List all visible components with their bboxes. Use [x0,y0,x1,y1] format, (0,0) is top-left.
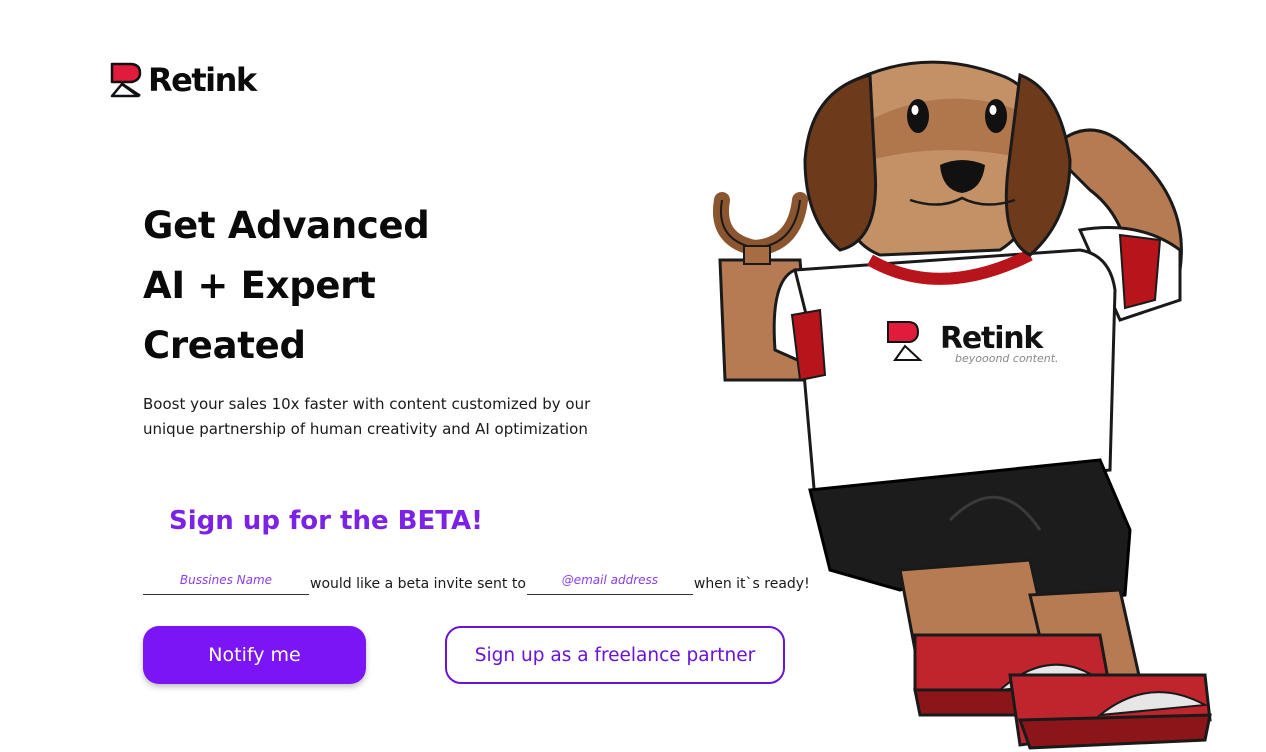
notify-me-button[interactable]: Notify me [143,626,366,684]
logo-wordmark: Retink [148,61,257,99]
business-name-input[interactable] [143,568,309,595]
retink-logo-mark-icon [110,62,142,98]
email-address-input[interactable] [526,568,693,595]
dog-mascot-illustration: Retink beyooond content. [713,60,1212,750]
retink-logo[interactable]: Retink [110,61,257,99]
beta-signup-title: Sign up for the BETA! [169,506,483,536]
signup-middle-text: would like a beta invite sent to [310,576,526,592]
hero-subtext: Boost your sales 10x faster with content… [143,395,591,438]
headline-line-1: Get Advanced [143,204,430,247]
shirt-brand-text: Retink [940,321,1044,356]
shirt-tagline-text: beyooond content. [955,352,1059,365]
headline-line-2: AI + Expert [143,264,376,307]
headline-line-3: Created [143,324,306,367]
hero-headline: Get Advanced AI + Expert Created [143,196,430,376]
landing-page: Retink Get Advanced AI + Expert Created … [0,0,1266,752]
